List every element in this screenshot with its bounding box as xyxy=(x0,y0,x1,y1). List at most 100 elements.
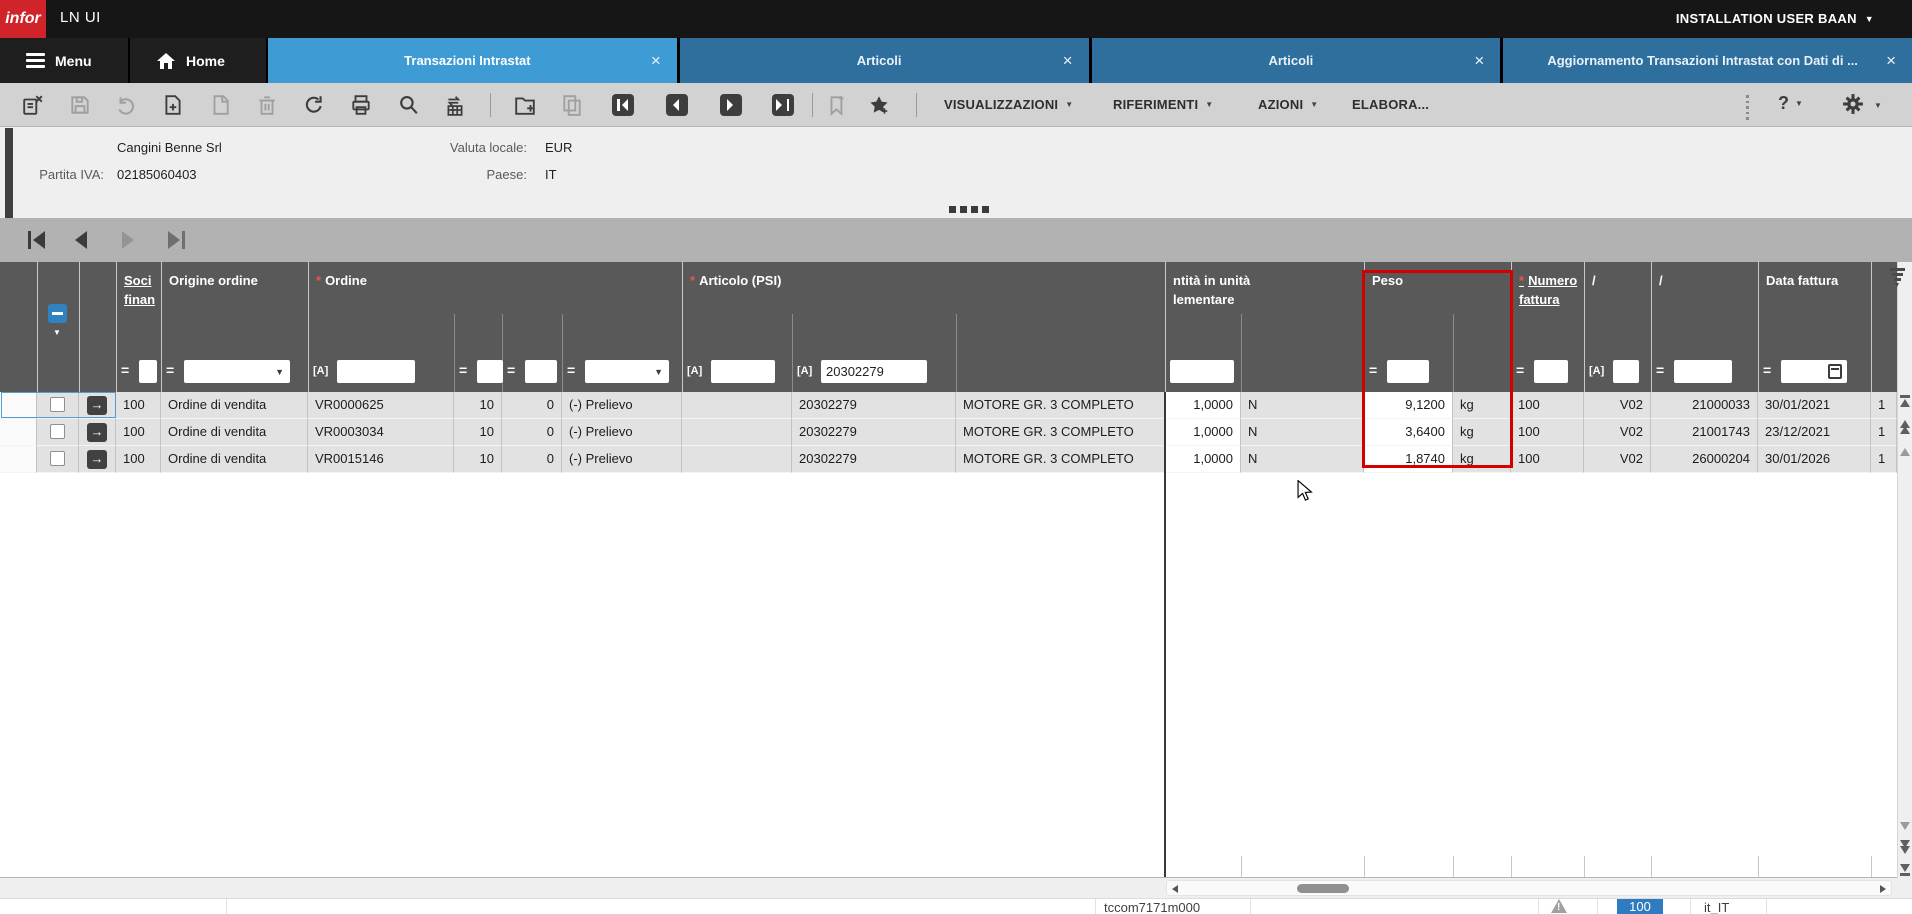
filter-ordno-operator[interactable]: [A] xyxy=(313,365,328,377)
filter-slash2-operator[interactable]: = xyxy=(1656,362,1664,378)
splitter-drag-handle[interactable] xyxy=(949,206,989,213)
filter-icon[interactable]: ▼ xyxy=(1886,268,1908,298)
filter-slash1-input[interactable] xyxy=(1613,360,1639,383)
last-page-button[interactable] xyxy=(168,231,185,249)
filter-soci-input[interactable] xyxy=(139,360,157,383)
filter-origine-operator[interactable]: = xyxy=(166,362,174,378)
filter-slash2-input[interactable] xyxy=(1674,360,1732,383)
undo-button[interactable] xyxy=(115,94,137,116)
tab-aggiornamento-transazioni[interactable]: Aggiornamento Transazioni Intrastat con … xyxy=(1503,38,1912,83)
filter-kind-operator[interactable]: = xyxy=(567,362,575,378)
copy-button[interactable] xyxy=(561,94,583,116)
filter-datafat-operator[interactable]: = xyxy=(1763,362,1771,378)
home-button[interactable]: Home xyxy=(130,38,268,83)
vertical-scrollbar[interactable] xyxy=(1897,262,1912,878)
scroll-right-icon[interactable] xyxy=(1880,885,1886,893)
horizontal-scroll-thumb[interactable] xyxy=(1297,884,1349,893)
user-menu[interactable]: INSTALLATION USER BAAN ▼ xyxy=(1676,11,1874,26)
bookmark-add-button[interactable] xyxy=(826,94,848,116)
col-header-ordine[interactable]: * Ordine xyxy=(316,271,676,290)
menu-azioni[interactable]: AZIONI ▼ xyxy=(1258,97,1318,112)
first-page-button[interactable] xyxy=(28,231,45,249)
tab-transazioni-intrastat[interactable]: Transazioni Intrastat × xyxy=(268,38,680,83)
row-checkbox[interactable] xyxy=(50,424,65,439)
menu-riferimenti[interactable]: RIFERIMENTI ▼ xyxy=(1113,97,1213,112)
next-page-button[interactable] xyxy=(122,231,134,249)
tab-articoli-1[interactable]: Articoli × xyxy=(679,38,1092,83)
row-drilldown-button[interactable]: → xyxy=(87,450,107,469)
previous-page-button[interactable] xyxy=(75,231,87,249)
favorite-add-button[interactable] xyxy=(868,94,890,116)
duplicate-button[interactable] xyxy=(209,94,231,116)
filter-kind-input[interactable]: ▼ xyxy=(585,360,669,383)
row-checkbox[interactable] xyxy=(50,397,65,412)
col-header-data_fattura[interactable]: Data fattura xyxy=(1766,271,1865,290)
chevron-down-icon[interactable]: ▼ xyxy=(53,328,61,337)
col-header-peso[interactable]: Peso xyxy=(1372,271,1505,290)
delete-button[interactable] xyxy=(256,94,278,116)
filter-numfat-operator[interactable]: = xyxy=(1516,362,1524,378)
col-header-numero_fattura[interactable]: * Numero fattura xyxy=(1519,271,1578,309)
refresh-button[interactable] xyxy=(303,94,325,116)
col-header-soci[interactable]: Soci finan xyxy=(124,271,155,309)
search-button[interactable] xyxy=(397,94,419,116)
scroll-top-button[interactable] xyxy=(1899,395,1910,407)
filter-numfat-input[interactable] xyxy=(1534,360,1568,383)
row-drilldown-button[interactable]: → xyxy=(87,423,107,442)
warning-icon[interactable] xyxy=(1551,899,1567,913)
filter-peso-operator[interactable]: = xyxy=(1369,362,1377,378)
filter-line-operator[interactable]: = xyxy=(459,362,467,378)
print-button[interactable] xyxy=(350,94,372,116)
filter-soci-operator[interactable]: = xyxy=(121,362,129,378)
filter-art1-input[interactable] xyxy=(711,360,775,383)
scroll-down-button[interactable] xyxy=(1899,822,1910,830)
pane-split-line[interactable] xyxy=(1164,392,1166,878)
close-icon[interactable]: × xyxy=(1886,51,1896,71)
row-drilldown-button[interactable]: → xyxy=(87,396,107,415)
calendar-icon[interactable] xyxy=(1828,364,1842,379)
filter-ordno-input[interactable] xyxy=(337,360,415,383)
filter-slash1-operator[interactable]: [A] xyxy=(1589,365,1604,377)
help-button[interactable]: ? ▼ xyxy=(1778,93,1803,114)
col-header-articolo[interactable]: * Articolo (PSI) xyxy=(690,271,1159,290)
filter-art2-operator[interactable]: [A] xyxy=(797,365,812,377)
save-button[interactable] xyxy=(69,94,91,116)
menu-button[interactable]: Menu xyxy=(0,38,130,83)
menu-elabora[interactable]: ELABORA... xyxy=(1352,97,1429,112)
filter-seq-operator[interactable]: = xyxy=(507,362,515,378)
first-record-button[interactable] xyxy=(612,94,634,116)
table-row[interactable]: → 100 Ordine di vendita VR0000625 10 0 (-) Pre… xyxy=(0,392,1897,419)
horizontal-scrollbar[interactable] xyxy=(1166,880,1892,896)
menu-visualizzazioni[interactable]: VISUALIZZAZIONI ▼ xyxy=(944,97,1073,112)
exchange-data-button[interactable] xyxy=(444,94,466,116)
filter-line-input[interactable] xyxy=(477,360,503,383)
previous-record-button[interactable] xyxy=(666,94,688,116)
company-badge[interactable]: 100 xyxy=(1617,899,1663,914)
settings-button[interactable]: ▼ xyxy=(1842,93,1882,115)
close-icon[interactable]: × xyxy=(651,51,661,71)
filter-seq-input[interactable] xyxy=(525,360,557,383)
scroll-up-button[interactable] xyxy=(1899,448,1910,456)
close-icon[interactable]: × xyxy=(1063,51,1073,71)
filter-art1-operator[interactable]: [A] xyxy=(687,365,702,377)
toolbar-overflow-handle[interactable] xyxy=(1746,95,1749,123)
next-record-button[interactable] xyxy=(720,94,742,116)
table-row[interactable]: → 100 Ordine di vendita VR0015146 10 0 (-) Pre… xyxy=(0,446,1897,473)
col-header-slash1[interactable]: / xyxy=(1592,271,1645,290)
col-header-origine[interactable]: Origine ordine xyxy=(169,271,302,290)
scroll-bottom-button[interactable] xyxy=(1899,864,1910,877)
col-header-quantita[interactable]: ntità in unità lementare xyxy=(1173,271,1358,309)
select-all-checkbox[interactable] xyxy=(48,304,67,323)
scroll-page-down-button[interactable] xyxy=(1899,840,1910,854)
filter-origine-input[interactable]: ▼ xyxy=(184,360,290,383)
close-icon[interactable]: × xyxy=(1474,51,1484,71)
new-group-button[interactable] xyxy=(514,94,536,116)
col-header-slash2[interactable]: / xyxy=(1659,271,1752,290)
filter-qty-input[interactable] xyxy=(1170,360,1234,383)
scroll-page-up-button[interactable] xyxy=(1899,420,1910,434)
filter-peso-input[interactable] xyxy=(1387,360,1429,383)
table-row[interactable]: → 100 Ordine di vendita VR0003034 10 0 (-) Pre… xyxy=(0,419,1897,446)
last-record-button[interactable] xyxy=(772,94,794,116)
close-form-button[interactable] xyxy=(22,94,44,116)
new-record-button[interactable] xyxy=(162,94,184,116)
